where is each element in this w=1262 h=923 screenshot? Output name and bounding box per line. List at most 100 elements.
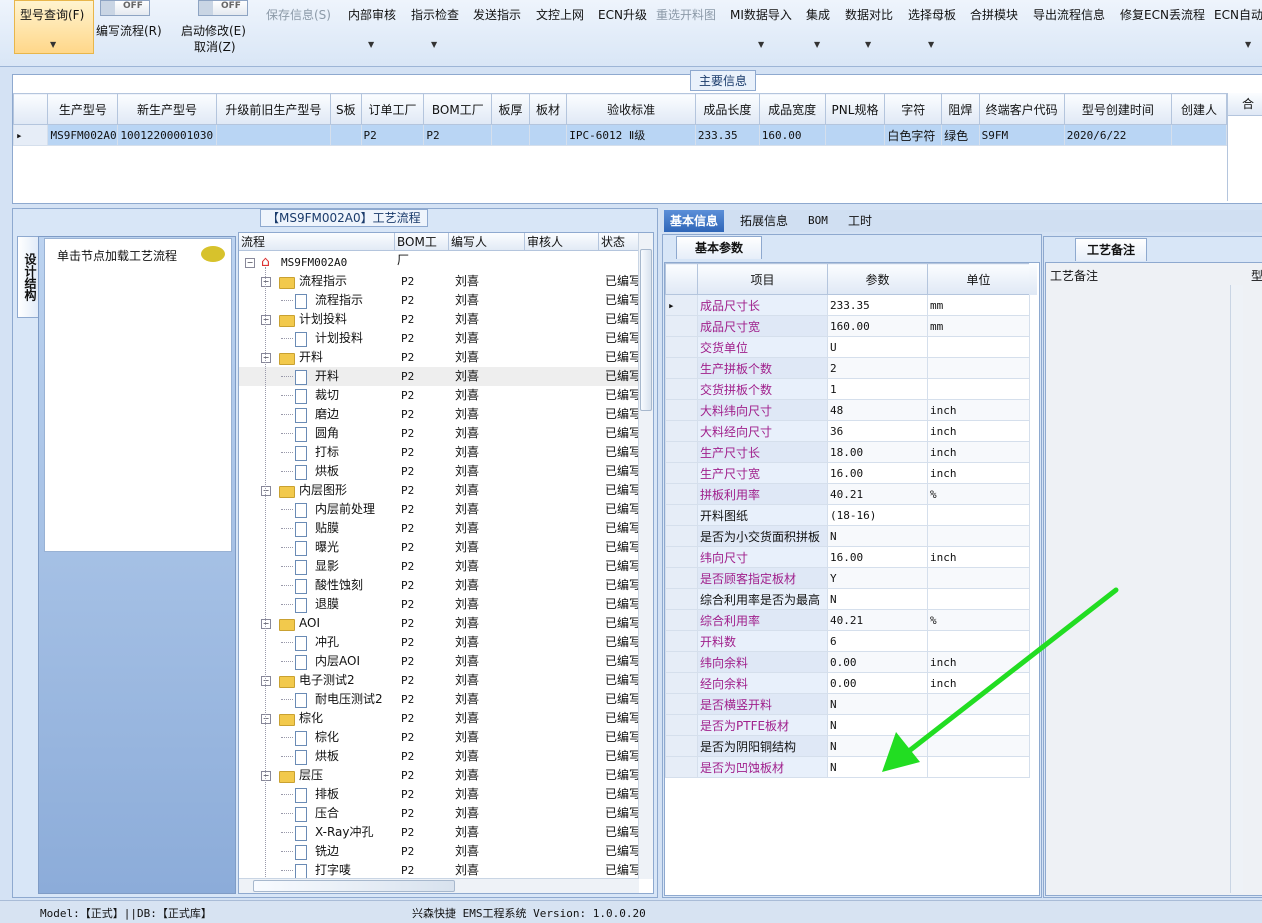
- tree-leaf-node[interactable]: 裁切 P2 刘喜 已编写: [239, 386, 639, 405]
- param-value[interactable]: (18-16): [827, 504, 928, 526]
- instruction-check-button[interactable]: 指示检查: [411, 6, 459, 23]
- cell[interactable]: [1171, 124, 1227, 146]
- param-value[interactable]: N: [827, 525, 928, 547]
- tree-folder-node[interactable]: − 开料 P2 刘喜 已编写: [239, 348, 639, 367]
- param-row[interactable]: 生产拼板个数 2: [665, 357, 1030, 379]
- data-compare-button[interactable]: 数据对比: [845, 6, 893, 23]
- write-flow-button[interactable]: 编写流程(R): [96, 22, 162, 39]
- tree-folder-node[interactable]: − 内层图形 P2 刘喜 已编写: [239, 481, 639, 500]
- chevron-down-icon[interactable]: ▼: [758, 40, 764, 49]
- load-flow-hint[interactable]: 单击节点加载工艺流程: [57, 247, 177, 264]
- tree-leaf-node[interactable]: 磨边 P2 刘喜 已编写: [239, 405, 639, 424]
- param-value[interactable]: 16.00: [827, 462, 928, 484]
- param-value[interactable]: 160.00: [827, 315, 928, 337]
- tree-leaf-node[interactable]: 冲孔 P2 刘喜 已编写: [239, 633, 639, 652]
- cell[interactable]: [330, 124, 362, 146]
- tree-folder-node[interactable]: − 计划投料 P2 刘喜 已编写: [239, 310, 639, 329]
- tree-leaf-node[interactable]: 压合 P2 刘喜 已编写: [239, 804, 639, 823]
- scroll-thumb[interactable]: [640, 249, 652, 411]
- tree-folder-node[interactable]: − 层压 P2 刘喜 已编写: [239, 766, 639, 785]
- column-header[interactable]: 阻焊: [941, 93, 980, 125]
- tree-leaf-node[interactable]: 圆角 P2 刘喜 已编写: [239, 424, 639, 443]
- tree-leaf-node[interactable]: 棕化 P2 刘喜 已编写: [239, 728, 639, 747]
- tree-leaf-node[interactable]: 内层前处理 P2 刘喜 已编写: [239, 500, 639, 519]
- cell[interactable]: 160.00: [758, 124, 826, 146]
- chevron-down-icon[interactable]: ▼: [431, 40, 437, 49]
- tree-hscrollbar[interactable]: [239, 878, 639, 893]
- collapse-icon[interactable]: −: [261, 315, 271, 325]
- ecn-auto-button[interactable]: ECN自动上: [1214, 6, 1262, 23]
- column-header[interactable]: PNL规格: [824, 93, 886, 125]
- cell[interactable]: S9FM: [978, 124, 1065, 146]
- column-header[interactable]: 新生产型号: [117, 93, 217, 125]
- column-header[interactable]: 生产型号: [47, 93, 119, 125]
- param-row[interactable]: ▸ 成品尺寸长 233.35 mm: [665, 294, 1030, 316]
- param-row[interactable]: 大料纬向尺寸 48 inch: [665, 399, 1030, 421]
- column-header[interactable]: 项目: [697, 263, 828, 295]
- chevron-down-icon[interactable]: ▼: [928, 40, 934, 49]
- tree-leaf-node[interactable]: 耐电压测试2 P2 刘喜 已编写: [239, 690, 639, 709]
- tree-col-reviewer[interactable]: 审核人: [525, 233, 599, 251]
- tree-leaf-node[interactable]: 酸性蚀刻 P2 刘喜 已编写: [239, 576, 639, 595]
- tree-leaf-node[interactable]: 流程指示 P2 刘喜 已编写: [239, 291, 639, 310]
- tree-col-status[interactable]: 状态: [599, 233, 639, 251]
- cell[interactable]: MS9FM002A0: [47, 124, 119, 146]
- param-row[interactable]: 是否为小交货面积拼板 N: [665, 525, 1030, 547]
- param-row[interactable]: 纬向尺寸 16.00 inch: [665, 546, 1030, 568]
- param-row[interactable]: 拼板利用率 40.21%: [665, 483, 1030, 505]
- param-row[interactable]: 大料经向尺寸 36 inch: [665, 420, 1030, 442]
- remark-vscrollbar[interactable]: [1230, 285, 1243, 893]
- design-structure-tab[interactable]: 设计结构: [17, 236, 40, 318]
- tree-folder-node[interactable]: − 棕化 P2 刘喜 已编写: [239, 709, 639, 728]
- tree-col-flow[interactable]: 流程: [239, 233, 395, 251]
- param-row[interactable]: 成品尺寸宽 160.00 mm: [665, 315, 1030, 337]
- cell[interactable]: 2020/6/22: [1063, 124, 1173, 146]
- mi-data-import-button[interactable]: MI数据导入: [730, 6, 792, 23]
- collapse-icon[interactable]: −: [261, 353, 271, 363]
- chevron-down-icon[interactable]: ▼: [368, 40, 374, 49]
- toggle-switch-2[interactable]: OFF: [198, 0, 248, 16]
- tree-leaf-node[interactable]: 内层AOI P2 刘喜 已编写: [239, 652, 639, 671]
- column-header[interactable]: 升级前旧生产型号: [215, 93, 332, 125]
- cell[interactable]: [528, 124, 568, 146]
- save-info-button[interactable]: 保存信息(S): [266, 6, 331, 23]
- tree-leaf-node[interactable]: 排板 P2 刘喜 已编写: [239, 785, 639, 804]
- collapse-icon[interactable]: −: [261, 277, 271, 287]
- tree-leaf-node[interactable]: 开料 P2 刘喜 已编写: [239, 367, 639, 386]
- column-header[interactable]: 成品长度: [694, 93, 760, 125]
- tree-folder-node[interactable]: − 电子测试2 P2 刘喜 已编写: [239, 671, 639, 690]
- remark-column-header[interactable]: 工艺备注: [1050, 267, 1098, 284]
- column-header[interactable]: 参数: [827, 263, 928, 295]
- chevron-down-icon[interactable]: ▼: [814, 40, 820, 49]
- column-header[interactable]: BOM工厂: [423, 93, 493, 125]
- tree-leaf-node[interactable]: 退膜 P2 刘喜 已编写: [239, 595, 639, 614]
- param-value[interactable]: U: [827, 336, 928, 358]
- cell[interactable]: P2: [423, 124, 493, 146]
- cell[interactable]: P2: [360, 124, 425, 146]
- tree-vscrollbar[interactable]: [638, 233, 653, 879]
- scroll-thumb[interactable]: [253, 880, 455, 892]
- param-value[interactable]: 233.35: [827, 294, 928, 316]
- tree-leaf-node[interactable]: 曝光 P2 刘喜 已编写: [239, 538, 639, 557]
- cell[interactable]: [824, 124, 886, 146]
- merge-module-button[interactable]: 合拼模块: [970, 6, 1018, 23]
- param-value[interactable]: 36: [827, 420, 928, 442]
- ecn-upgrade-button[interactable]: ECN升级: [598, 6, 647, 23]
- column-header[interactable]: 型号创建时间: [1063, 93, 1173, 125]
- remark-tab[interactable]: 工艺备注: [1075, 238, 1147, 261]
- param-value[interactable]: 2: [827, 357, 928, 379]
- collapse-icon[interactable]: −: [261, 486, 271, 496]
- cell[interactable]: 绿色: [941, 124, 980, 146]
- start-modify-button[interactable]: 启动修改(E): [181, 22, 246, 39]
- column-header[interactable]: 板厚: [491, 93, 530, 125]
- export-flow-info-button[interactable]: 导出流程信息: [1033, 6, 1105, 23]
- internal-review-button[interactable]: 内部审核: [348, 6, 396, 23]
- tree-folder-node[interactable]: − 流程指示 P2 刘喜 已编写: [239, 272, 639, 291]
- param-value[interactable]: 40.21: [827, 483, 928, 505]
- tree-root[interactable]: − ⌂ MS9FM002A0: [239, 253, 639, 272]
- model-query-label[interactable]: 型号查询(F): [20, 6, 84, 23]
- column-header[interactable]: 创建人: [1171, 93, 1227, 125]
- tree-col-factory[interactable]: BOM工厂: [395, 233, 449, 267]
- column-header[interactable]: S板: [330, 93, 362, 125]
- collapse-icon[interactable]: −: [261, 619, 271, 629]
